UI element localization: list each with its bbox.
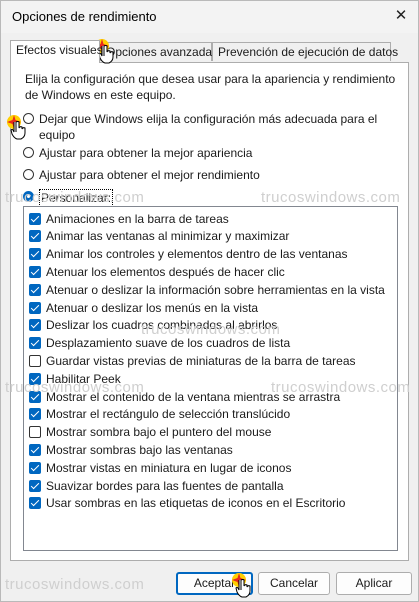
effect-option[interactable]: Atenuar los elementos después de hacer c… bbox=[29, 263, 285, 280]
effect-label: Atenuar o deslizar los menús en la vista bbox=[46, 300, 259, 315]
watermark: trucoswindows.com bbox=[271, 379, 411, 396]
checkbox-unchecked[interactable] bbox=[29, 426, 41, 439]
window-title: Opciones de rendimiento bbox=[12, 9, 157, 24]
effect-label: Desplazamiento suave de los cuadros de l… bbox=[46, 336, 291, 351]
checkbox-unchecked[interactable] bbox=[29, 354, 41, 367]
effect-option[interactable]: Suavizar bordes para las fuentes de pant… bbox=[29, 477, 284, 494]
cancel-button[interactable]: Cancelar bbox=[258, 572, 330, 595]
tab-data-execution-prevention[interactable]: Prevención de ejecución de datos bbox=[212, 42, 398, 61]
intro-text: Elija la configuración que desea usar pa… bbox=[25, 72, 396, 102]
checkbox-checked[interactable] bbox=[29, 230, 41, 243]
checkbox-checked[interactable] bbox=[29, 479, 41, 492]
checkbox-checked[interactable] bbox=[29, 265, 41, 278]
hand-pointer-icon bbox=[232, 573, 251, 598]
watermark: trucoswindows.com bbox=[5, 379, 145, 396]
watermark: trucoswindows.com bbox=[5, 189, 145, 206]
effect-label: Atenuar los elementos después de hacer c… bbox=[46, 264, 285, 279]
checkbox-checked[interactable] bbox=[29, 248, 41, 261]
effect-label: Suavizar bordes para las fuentes de pant… bbox=[46, 478, 284, 493]
effect-option[interactable]: Atenuar o deslizar la información sobre … bbox=[29, 281, 385, 298]
checkbox-checked[interactable] bbox=[29, 301, 41, 314]
effect-option[interactable]: Mostrar sombras bajo las ventanas bbox=[29, 441, 233, 458]
radio-let-windows-choose[interactable]: Dejar que Windows elija la configuración… bbox=[23, 111, 384, 143]
radio-best-performance[interactable]: Ajustar para obtener el mejor rendimient… bbox=[23, 167, 384, 183]
effect-option[interactable]: Guardar vistas previas de miniaturas de … bbox=[29, 352, 356, 369]
checkbox-checked[interactable] bbox=[29, 337, 41, 350]
effect-label: Animar los controles y elementos dentro … bbox=[46, 247, 348, 262]
effect-label: Guardar vistas previas de miniaturas de … bbox=[46, 353, 356, 368]
tab-visual-effects[interactable]: Efectos visuales bbox=[10, 40, 103, 63]
radio-label: Dejar que Windows elija la configuración… bbox=[39, 112, 378, 142]
radio-label: Ajustar para obtener la mejor apariencia bbox=[39, 146, 253, 160]
title-bar: Opciones de rendimiento ✕ bbox=[1, 1, 418, 33]
radio-label: Ajustar para obtener el mejor rendimient… bbox=[39, 168, 260, 182]
effect-label: Mostrar sombras bajo las ventanas bbox=[46, 442, 233, 457]
effect-option[interactable]: Usar sombras en las etiquetas de iconos … bbox=[29, 495, 345, 512]
effect-label: Atenuar o deslizar la información sobre … bbox=[46, 282, 385, 297]
effect-option[interactable]: Animar las ventanas al minimizar y maxim… bbox=[29, 228, 289, 245]
radio-button[interactable] bbox=[23, 147, 34, 158]
effect-option[interactable]: Mostrar sombra bajo el puntero del mouse bbox=[29, 424, 271, 441]
checkbox-checked[interactable] bbox=[29, 319, 41, 332]
watermark: trucoswindows.com bbox=[261, 189, 401, 206]
radio-best-appearance[interactable]: Ajustar para obtener la mejor apariencia bbox=[23, 145, 384, 161]
effect-label: Mostrar el rectángulo de selección trans… bbox=[46, 407, 291, 422]
effect-option[interactable]: Mostrar vistas en miniatura en lugar de … bbox=[29, 459, 291, 476]
checkbox-checked[interactable] bbox=[29, 461, 41, 474]
effect-option[interactable]: Animaciones en la barra de tareas bbox=[29, 210, 229, 227]
visual-effects-panel: Elija la configuración que desea usar pa… bbox=[10, 62, 409, 561]
performance-options-window: Opciones de rendimiento ✕ Efectos visual… bbox=[0, 0, 419, 602]
hand-pointer-icon bbox=[7, 115, 26, 140]
watermark: trucoswindows.com bbox=[141, 321, 281, 338]
effect-option[interactable]: Mostrar el rectángulo de selección trans… bbox=[29, 406, 290, 423]
checkbox-checked[interactable] bbox=[29, 212, 41, 225]
close-icon[interactable]: ✕ bbox=[390, 5, 412, 27]
radio-button[interactable] bbox=[23, 169, 34, 180]
effect-label: Mostrar vistas en miniatura en lugar de … bbox=[46, 460, 292, 475]
effect-label: Animaciones en la barra de tareas bbox=[46, 211, 229, 226]
effect-option[interactable]: Animar los controles y elementos dentro … bbox=[29, 246, 348, 263]
watermark: trucoswindows.com bbox=[5, 576, 145, 593]
checkbox-checked[interactable] bbox=[29, 283, 41, 296]
effect-label: Mostrar sombra bajo el puntero del mouse bbox=[46, 425, 272, 440]
checkbox-checked[interactable] bbox=[29, 497, 41, 510]
checkbox-checked[interactable] bbox=[29, 443, 41, 456]
effect-label: Usar sombras en las etiquetas de iconos … bbox=[46, 496, 346, 511]
effect-option[interactable]: Atenuar o deslizar los menús en la vista bbox=[29, 299, 258, 316]
apply-button[interactable]: Aplicar bbox=[336, 572, 412, 595]
effect-label: Animar las ventanas al minimizar y maxim… bbox=[46, 229, 290, 244]
checkbox-checked[interactable] bbox=[29, 408, 41, 421]
